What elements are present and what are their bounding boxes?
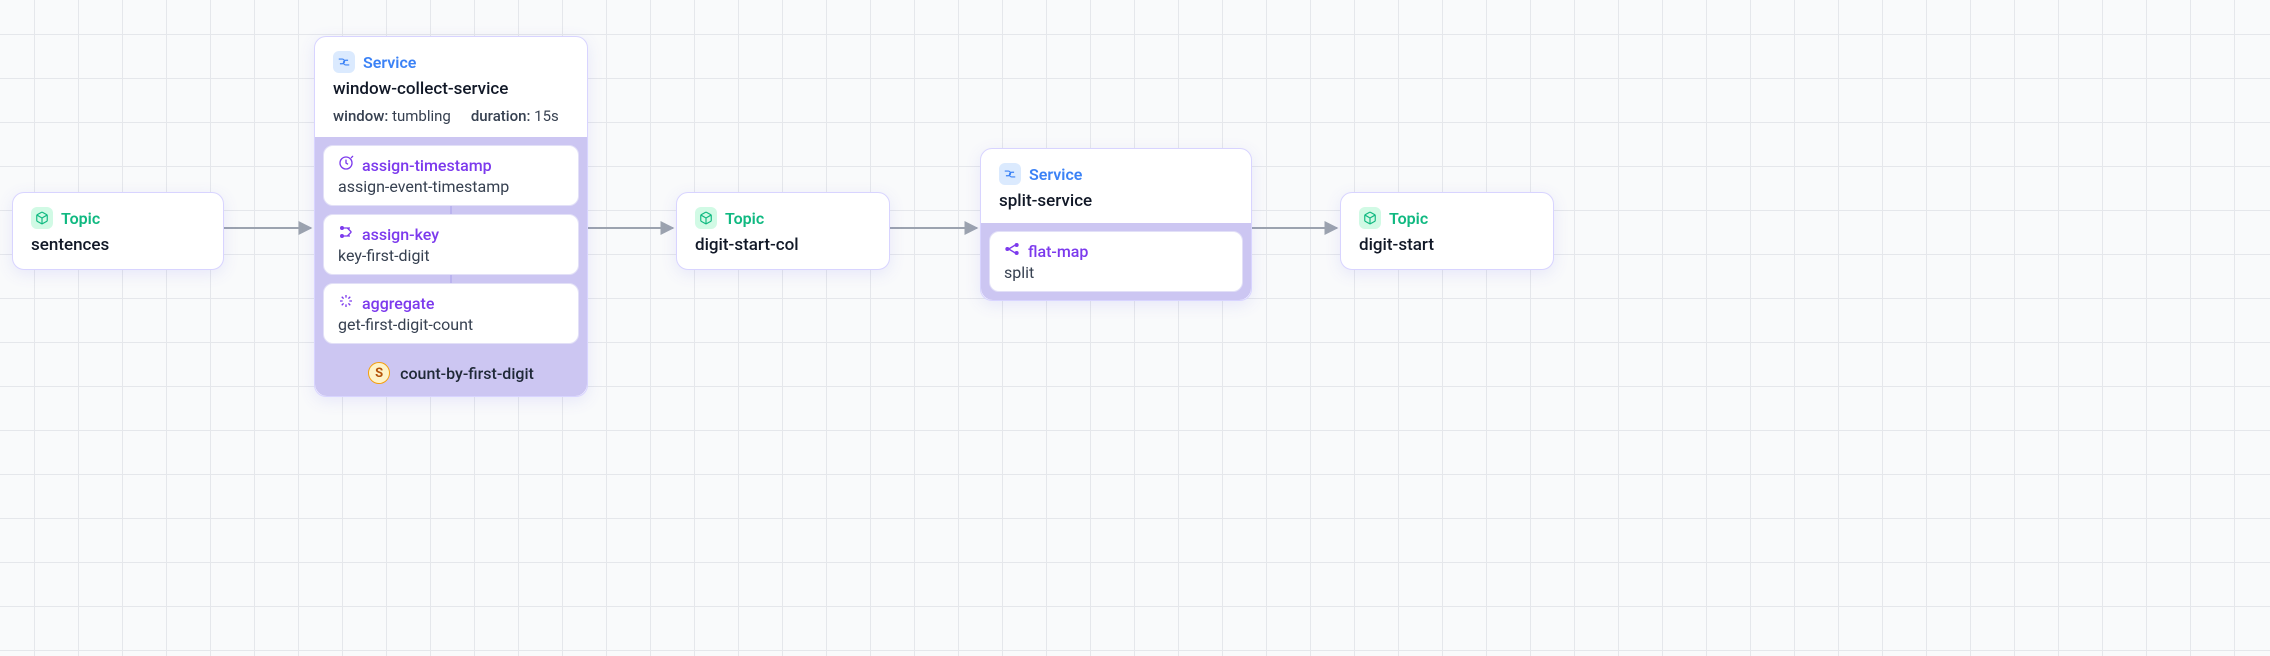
topic-type-label: Topic (61, 209, 100, 228)
service-header: Service (999, 163, 1233, 185)
op-sub: split (1004, 263, 1228, 282)
service-node-split[interactable]: Service split-service flat-map split (980, 148, 1252, 301)
op-sub: get-first-digit-count (338, 315, 564, 334)
service-icon (999, 163, 1021, 185)
op-assign-timestamp[interactable]: assign-timestamp assign-event-timestamp (323, 145, 579, 206)
service-icon (333, 51, 355, 73)
op-sub: assign-event-timestamp (338, 177, 564, 196)
diagram-canvas[interactable]: Topic sentences Service window-collect-s… (0, 0, 2270, 656)
service-type-label: Service (363, 53, 416, 72)
clock-icon (338, 155, 354, 175)
service-meta: window: tumbling duration: 15s (333, 107, 569, 125)
service-type-label: Service (1029, 165, 1082, 184)
ops-container: flat-map split (981, 223, 1251, 300)
service-name: window-collect-service (333, 79, 569, 99)
cube-icon (31, 207, 53, 229)
cube-icon (695, 207, 717, 229)
op-flat-map[interactable]: flat-map split (989, 231, 1243, 292)
service-top: Service split-service (981, 149, 1251, 223)
topic-name: sentences (31, 235, 205, 255)
meta-duration-val: 15s (534, 107, 559, 125)
service-header: Service (333, 51, 569, 73)
service-name: split-service (999, 191, 1233, 211)
topic-type-label: Topic (725, 209, 764, 228)
meta-window-key: window: (333, 107, 388, 125)
key-icon (338, 224, 354, 244)
ops-container: assign-timestamp assign-event-timestamp … (315, 137, 587, 396)
topic-name: digit-start-col (695, 235, 871, 255)
meta-window-val: tumbling (392, 107, 451, 125)
topic-node-digit-start[interactable]: Topic digit-start (1340, 192, 1554, 270)
op-sub: key-first-digit (338, 246, 564, 265)
topic-header: Topic (31, 207, 205, 229)
topic-type-label: Topic (1389, 209, 1428, 228)
store-name: count-by-first-digit (400, 364, 534, 383)
store-badge-icon: S (368, 362, 390, 384)
topic-header: Topic (1359, 207, 1535, 229)
service-node-window-collect[interactable]: Service window-collect-service window: t… (314, 36, 588, 397)
topic-node-sentences[interactable]: Topic sentences (12, 192, 224, 270)
op-aggregate[interactable]: aggregate get-first-digit-count (323, 283, 579, 344)
topic-name: digit-start (1359, 235, 1535, 255)
op-assign-key[interactable]: assign-key key-first-digit (323, 214, 579, 275)
op-label: assign-timestamp (362, 156, 492, 175)
cube-icon (1359, 207, 1381, 229)
topic-header: Topic (695, 207, 871, 229)
service-top: Service window-collect-service window: t… (315, 37, 587, 137)
flatmap-icon (1004, 241, 1020, 261)
topic-node-digit-start-col[interactable]: Topic digit-start-col (676, 192, 890, 270)
store-section: S count-by-first-digit (323, 352, 579, 388)
op-label: assign-key (362, 225, 439, 244)
op-label: flat-map (1028, 242, 1088, 261)
aggregate-icon (338, 293, 354, 313)
op-label: aggregate (362, 294, 434, 313)
meta-duration-key: duration: (471, 107, 531, 125)
